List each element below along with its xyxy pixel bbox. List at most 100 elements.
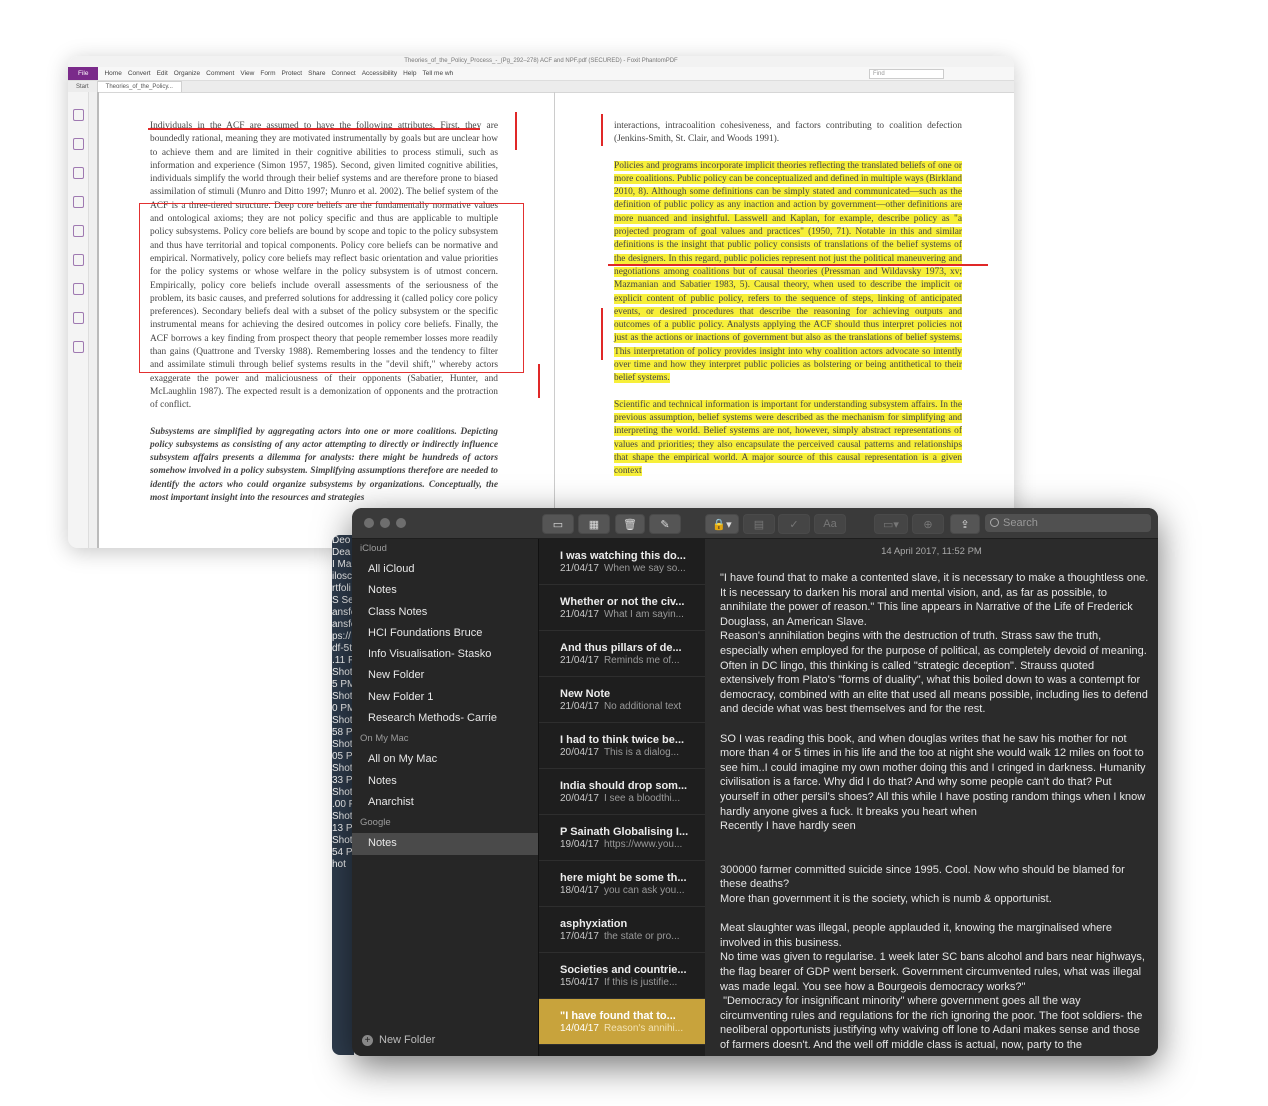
background-text-line: Shot: [332, 667, 353, 678]
note-list-item[interactable]: P Sainath Globalising I... 19/04/17 https:…: [539, 815, 705, 861]
note-snippet: the state or pro...: [603, 931, 680, 942]
note-list-item[interactable]: asphyxiation 17/04/17 the state or pro...: [539, 907, 705, 953]
comment-icon[interactable]: [72, 196, 84, 208]
sidebar-item-research-methods[interactable]: Research Methods- Carrie: [352, 708, 538, 729]
menu-home[interactable]: Home: [104, 70, 121, 77]
sidebar-item-all-icloud[interactable]: All iCloud: [352, 559, 538, 580]
pages-icon[interactable]: [72, 138, 84, 150]
sidebar-item-class-notes[interactable]: Class Notes: [352, 602, 538, 623]
sidebar-item-notes[interactable]: Notes: [352, 580, 538, 601]
sidebar-toggle-icon[interactable]: ▭: [542, 514, 574, 534]
menu-comment[interactable]: Comment: [206, 70, 234, 77]
pdf-find-input[interactable]: Find: [869, 68, 944, 79]
red-margin-mark[interactable]: [538, 364, 540, 398]
section-header-on-my-mac: On My Mac: [360, 733, 409, 745]
background-text-line: ansfe: [332, 619, 354, 630]
sidebar-item-hci-foundations[interactable]: HCI Foundations Bruce: [352, 623, 538, 644]
share-icon[interactable]: ⇪: [950, 514, 980, 534]
sidebar-item-new-folder[interactable]: New Folder: [352, 665, 538, 686]
new-folder-label: New Folder: [379, 1034, 436, 1046]
note-body[interactable]: "I have found that to make a contented s…: [705, 557, 1158, 1053]
pdf-title-bar: Theories_of_the_Policy_Process_-_(Pg_292…: [68, 56, 1014, 67]
red-annotation-box[interactable]: [139, 203, 524, 373]
bookmark-icon[interactable]: [72, 109, 84, 121]
note-list-item[interactable]: here might be some th... 18/04/17 you can …: [539, 861, 705, 907]
note-date: 15/04/17: [560, 977, 599, 988]
notes-app-window: ▭ ▦ 🗑 ✎ 🔒▾ ▤ ✓ Aa ▭▾ ⊕ ⇪ Search iCloud A…: [352, 508, 1158, 1056]
background-text-line: Shot: [332, 715, 353, 726]
sidebar-item-anarchist[interactable]: Anarchist: [352, 792, 538, 813]
note-title: here might be some th...: [560, 872, 687, 884]
menu-form[interactable]: Form: [260, 70, 275, 77]
note-date: 19/04/17: [560, 839, 599, 850]
note-editor[interactable]: 14 April 2017, 11:52 PM "I have found th…: [705, 539, 1158, 1056]
background-text-line: 05 P: [332, 751, 353, 762]
menu-edit[interactable]: Edit: [157, 70, 168, 77]
menu-file[interactable]: File: [68, 67, 99, 80]
background-text-line: 33 P: [332, 775, 353, 786]
fields-icon[interactable]: [72, 312, 84, 324]
right-paragraph-2: Policies and programs incorporate implic…: [614, 160, 962, 384]
search-input[interactable]: Search: [985, 514, 1151, 532]
sidebar-item-all-on-my-mac[interactable]: All on My Mac: [352, 749, 538, 770]
menu-organize[interactable]: Organize: [174, 70, 200, 77]
menu-convert[interactable]: Convert: [128, 70, 151, 77]
attachment-icon[interactable]: [72, 225, 84, 237]
note-snippet: Reason's annihi...: [603, 1023, 684, 1034]
sidebar-item-google-notes[interactable]: Notes: [352, 833, 538, 855]
menu-protect[interactable]: Protect: [282, 70, 303, 77]
compose-icon[interactable]: ✎: [649, 514, 681, 534]
sidebar-item-new-folder-1[interactable]: New Folder 1: [352, 687, 538, 708]
note-snippet: This is a dialog...: [603, 747, 679, 758]
note-title: India should drop som...: [560, 780, 688, 792]
lock-icon[interactable]: [72, 283, 84, 295]
menu-view[interactable]: View: [240, 70, 254, 77]
new-folder-button[interactable]: + New Folder: [362, 1034, 435, 1046]
sidebar-item-info-visualisation[interactable]: Info Visualisation- Stasko: [352, 644, 538, 665]
annotation-icon[interactable]: [72, 167, 84, 179]
red-underline[interactable]: [148, 128, 480, 130]
note-date: 14 April 2017, 11:52 PM: [881, 546, 982, 557]
red-margin-mark[interactable]: [515, 112, 517, 150]
sidebar-item-mac-notes[interactable]: Notes: [352, 771, 538, 792]
note-list-item[interactable]: Societies and countrie... 15/04/17 If this…: [539, 953, 705, 999]
menu-connect[interactable]: Connect: [331, 70, 355, 77]
note-preview: 15/04/17 If this is justifie...: [560, 977, 692, 988]
tab-document[interactable]: Theories_of_the_Policy...: [96, 81, 182, 92]
background-text-line: Shot: [332, 763, 353, 774]
close-button[interactable]: [364, 518, 374, 528]
plus-icon: +: [362, 1034, 373, 1046]
note-preview: 17/04/17 the state or pro...: [560, 931, 692, 942]
note-date: 20/04/17: [560, 747, 599, 758]
note-snippet: When we say so...: [603, 563, 686, 574]
note-list-item[interactable]: "I have found that to... 14/04/17 Reason's…: [539, 999, 705, 1045]
signature-icon[interactable]: [72, 341, 84, 353]
background-text-line: hot: [332, 859, 346, 870]
checklist-icon: ✓: [778, 514, 810, 534]
background-text-line: Shot: [332, 739, 353, 750]
note-list-item[interactable]: India should drop som... 20/04/17 I see a …: [539, 769, 705, 815]
lock-icon[interactable]: 🔒▾: [705, 514, 739, 534]
left-paragraph-2: Subsystems are simplified by aggregating…: [150, 426, 498, 504]
layers-icon[interactable]: [72, 254, 84, 266]
red-underline[interactable]: [608, 264, 988, 266]
tab-start[interactable]: Start: [68, 82, 97, 92]
minimize-button[interactable]: [380, 518, 390, 528]
menu-tell-me[interactable]: Tell me wh: [422, 70, 453, 77]
menu-help[interactable]: Help: [403, 70, 416, 77]
note-list-item[interactable]: And thus pillars of de... 21/04/17 Reminds…: [539, 631, 705, 677]
note-list-item[interactable]: I had to think twice be... 20/04/17 This i…: [539, 723, 705, 769]
note-list-item[interactable]: I was watching this do... 21/04/17 When we…: [539, 539, 705, 585]
zoom-button[interactable]: [396, 518, 406, 528]
note-snippet: No additional text: [603, 701, 682, 712]
red-margin-mark[interactable]: [601, 114, 603, 146]
menu-share[interactable]: Share: [308, 70, 325, 77]
note-snippet: https://www.you...: [603, 839, 683, 850]
gallery-view-icon[interactable]: ▦: [578, 514, 610, 534]
note-title: Whether or not the civ...: [560, 596, 685, 608]
trash-icon[interactable]: 🗑: [615, 514, 645, 534]
note-list-item[interactable]: Whether or not the civ... 21/04/17 What I …: [539, 585, 705, 631]
note-list-item[interactable]: New Note 21/04/17 No additional text: [539, 677, 705, 723]
red-margin-mark[interactable]: [601, 308, 603, 360]
menu-accessibility[interactable]: Accessibility: [362, 70, 397, 77]
